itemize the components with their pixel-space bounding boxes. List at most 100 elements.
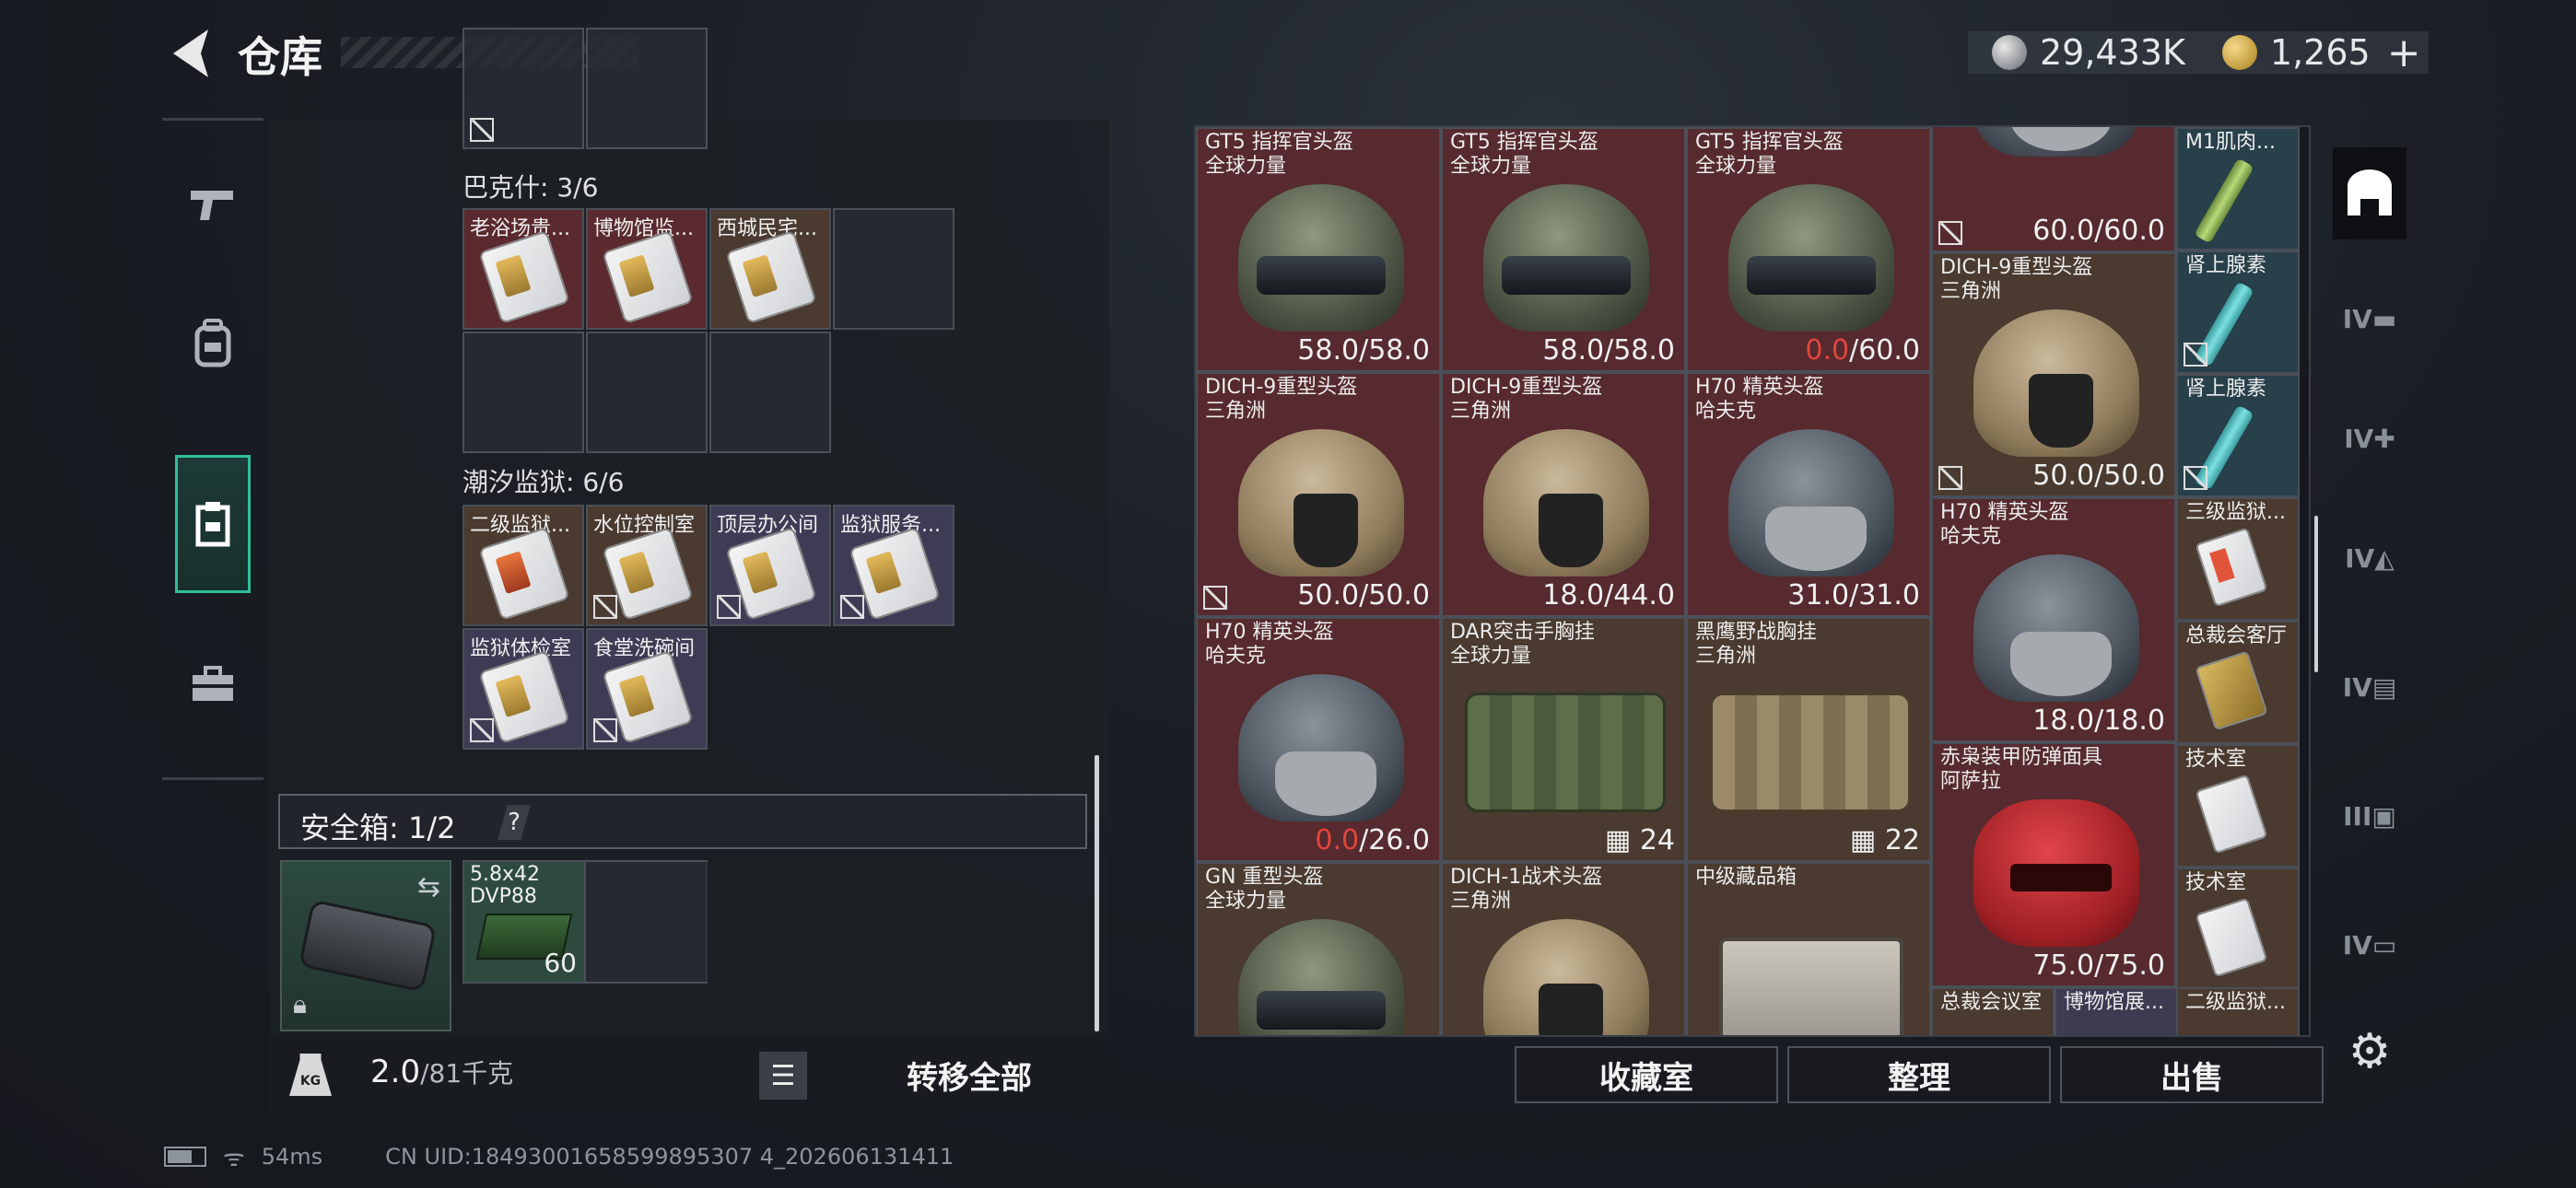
helmet-item[interactable]: GT5 指挥官头盔 全球力量 58.0/58.0: [1196, 127, 1441, 372]
helmet-item[interactable]: DICH-9重型头盔 三角洲 50.0/50.0: [1196, 372, 1441, 617]
back-arrow-icon[interactable]: [164, 26, 219, 81]
swap-icon[interactable]: ⇆: [417, 871, 440, 903]
gold-coin-icon: [2221, 35, 2257, 70]
item-faction: 全球力量: [1695, 155, 1777, 178]
keycard-item[interactable]: 总裁会议室: [1931, 987, 2055, 1035]
help-icon[interactable]: ?: [498, 805, 531, 840]
tab-tier4-cards[interactable]: IV ▤: [2333, 641, 2406, 733]
no-bind-icon: [470, 718, 494, 742]
weight-bar: KG 2.0/81千克 ☰ 转移全部: [269, 1035, 1109, 1114]
helmet-item[interactable]: 60.0/60.0: [1931, 127, 2176, 252]
rail-backpack[interactable]: [175, 274, 251, 413]
sell-button[interactable]: 出售: [2060, 1046, 2324, 1103]
stim-item[interactable]: M1肌肉...: [2176, 127, 2300, 250]
item-faction: 全球力量: [1450, 645, 1532, 668]
no-bind-icon: [1938, 221, 1962, 245]
transfer-all-button[interactable]: 转移全部: [831, 1046, 1107, 1103]
keycard-item[interactable]: 技术室: [2176, 744, 2300, 868]
battery-icon: [164, 1147, 206, 1167]
ammo-item[interactable]: 5.8x42 DVP88 60: [464, 862, 586, 982]
helmet-item[interactable]: GN 重型头盔 全球力量: [1196, 862, 1441, 1035]
tab-tier4-medical[interactable]: IV ✚: [2333, 392, 2406, 484]
helmet-item[interactable]: H70 精英头盔 哈夫克 18.0/18.0: [1931, 497, 2176, 742]
mask-item[interactable]: 赤枭装甲防弹面具 阿萨拉 75.0/75.0: [1931, 742, 2176, 987]
helmet-item[interactable]: H70 精英头盔 哈夫克 0.0/26.0: [1196, 617, 1441, 862]
list-view-button[interactable]: ☰: [759, 1052, 807, 1100]
crate-item[interactable]: 中级藏品箱: [1686, 862, 1931, 1035]
empty-slot[interactable]: [586, 332, 708, 453]
collection-room-button[interactable]: 收藏室: [1515, 1046, 1778, 1103]
keycard-item[interactable]: 总裁会客厅: [2176, 621, 2300, 744]
helmet-icon: [1238, 184, 1404, 332]
keycard-item[interactable]: 博物馆监...: [586, 208, 708, 330]
keycard-item[interactable]: 三级监狱...: [2176, 497, 2300, 621]
tab-all[interactable]: [2333, 147, 2406, 239]
silver-coin-icon: [1992, 35, 2027, 70]
keycard-item[interactable]: 水位控制室: [586, 505, 708, 626]
keycard-item[interactable]: 西城民宅...: [709, 208, 831, 330]
helmet-item[interactable]: DICH-9重型头盔 三角洲 50.0/50.0: [1931, 252, 2176, 497]
rail-toolbox[interactable]: [175, 615, 251, 753]
rail-divider: [162, 118, 263, 121]
empty-slot[interactable]: [709, 332, 831, 453]
gear-icon[interactable]: ⚙: [2340, 1022, 2399, 1081]
durability: 18.0/18.0: [2032, 705, 2165, 737]
helmet-item[interactable]: H70 精英头盔 哈夫克 31.0/31.0: [1686, 372, 1931, 617]
rail-divider: [162, 777, 263, 780]
stim-item[interactable]: 肾上腺素: [2176, 250, 2300, 374]
keycard-item[interactable]: 监狱服务...: [833, 505, 954, 626]
vest-item[interactable]: DAR突击手胸挂 全球力量 ▦ 24: [1441, 617, 1686, 862]
durability-current: 0.0: [1315, 824, 1360, 856]
empty-slot[interactable]: [833, 208, 954, 330]
stash-slot[interactable]: [586, 28, 708, 149]
rail-weapons[interactable]: [175, 136, 251, 274]
keycard-item[interactable]: 二级监狱...: [463, 505, 584, 626]
stim-item[interactable]: 肾上腺素: [2176, 374, 2300, 497]
helmet-item[interactable]: DICH-1战术头盔 三角洲: [1441, 862, 1686, 1035]
card-icon: ▤: [2371, 671, 2397, 703]
tab-tier4-armor[interactable]: IV ◭: [2333, 512, 2406, 604]
tab-tier4-weapons[interactable]: IV ▬: [2333, 273, 2406, 365]
keycard-item[interactable]: 博物馆展...: [2055, 987, 2178, 1035]
inventory-scrollbar[interactable]: [2314, 516, 2318, 672]
vest-item[interactable]: 黑鹰野战胸挂 三角洲 ▦ 22: [1686, 617, 1931, 862]
item-name: 中级藏品箱: [1695, 866, 1797, 889]
item-name: 博物馆展...: [2064, 991, 2164, 1014]
keycard-item[interactable]: 监狱体检室: [463, 628, 584, 750]
durability: 50.0/50.0: [1297, 579, 1430, 611]
keycard-item[interactable]: 食堂洗碗间: [586, 628, 708, 750]
durability-max: /75.0: [2094, 949, 2165, 982]
empty-slot[interactable]: [463, 332, 584, 453]
item-name: H70 精英头盔: [1205, 621, 1334, 644]
item-faction: 三角洲: [1450, 890, 1512, 913]
helmet-item[interactable]: GT5 指挥官头盔 全球力量 58.0/58.0: [1441, 127, 1686, 372]
tab-tier4-ammo[interactable]: IV ▭: [2333, 899, 2406, 991]
safebox-case[interactable]: ⇆ 🔒︎: [280, 860, 451, 1031]
no-bind-icon: [2184, 466, 2207, 490]
keycard-item[interactable]: 顶层办公间: [709, 505, 831, 626]
safebox-case-icon: [298, 899, 438, 993]
stash-scrollbar[interactable]: [1095, 755, 1099, 1031]
helmet-item[interactable]: DICH-9重型头盔 三角洲 18.0/44.0: [1441, 372, 1686, 617]
organize-button[interactable]: 整理: [1787, 1046, 2051, 1103]
item-name: 肾上腺素: [2185, 378, 2267, 401]
backpack-icon: [194, 319, 231, 367]
helmet-icon: [1238, 674, 1404, 821]
durability-current: 60.0: [2032, 215, 2095, 247]
helmet-icon: [1483, 184, 1649, 332]
rail-stash[interactable]: [175, 455, 251, 593]
durability: 50.0/50.0: [2032, 460, 2165, 492]
keycard-item[interactable]: 二级监狱...: [2176, 987, 2300, 1035]
safebox-slots: 5.8x42 DVP88 60: [463, 860, 708, 984]
medkit-icon: ✚: [2373, 423, 2395, 454]
empty-slot[interactable]: [586, 862, 708, 982]
stash-slot[interactable]: [463, 28, 584, 149]
capacity-value: 24: [1639, 824, 1675, 856]
durability-max: /26.0: [1359, 824, 1430, 856]
keycard-item[interactable]: 技术室: [2176, 868, 2300, 991]
item-name: 黑鹰野战胸挂: [1695, 621, 1818, 644]
helmet-item[interactable]: GT5 指挥官头盔 全球力量 0.0/60.0: [1686, 127, 1931, 372]
keycard-item[interactable]: 老浴场贵...: [463, 208, 584, 330]
tab-tier3-misc[interactable]: III ▣: [2333, 770, 2406, 862]
add-currency-button[interactable]: +: [2387, 29, 2421, 76]
